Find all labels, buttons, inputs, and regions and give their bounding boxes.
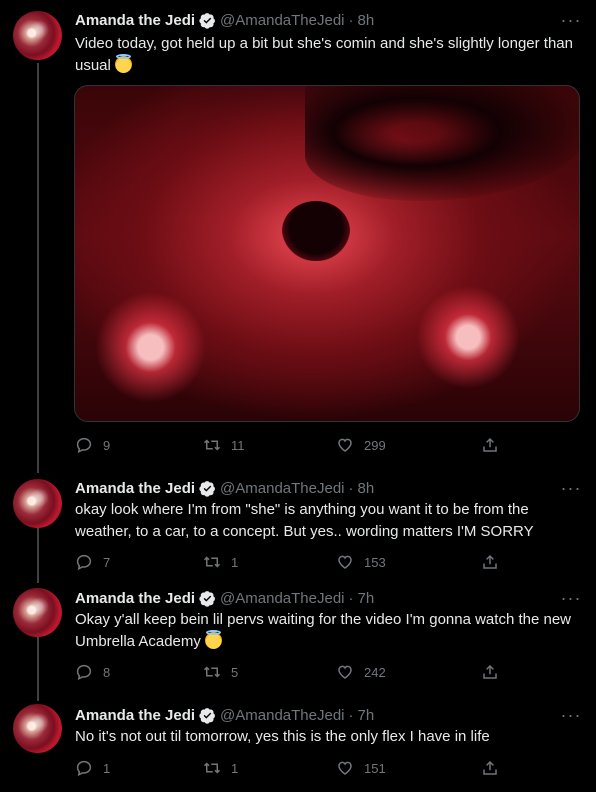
reply-count: 7: [103, 554, 111, 570]
like-count: 299: [364, 437, 386, 453]
separator: ·: [348, 479, 354, 497]
verified-badge-icon: [199, 707, 215, 724]
verified-badge-icon: [199, 12, 215, 29]
more-options-icon[interactable]: ···: [561, 588, 581, 608]
verified-badge-icon: [199, 480, 215, 497]
tweet[interactable]: Amanda the Jedi @AmandaTheJedi · 8h ··· …: [0, 470, 596, 582]
share-icon: [483, 664, 497, 679]
avatar[interactable]: [13, 704, 62, 753]
retweet-icon: [203, 556, 221, 568]
heart-icon: [338, 555, 352, 569]
tweet[interactable]: Amanda the Jedi @AmandaTheJedi · 7h ··· …: [0, 582, 596, 698]
timestamp[interactable]: 8h: [358, 12, 375, 29]
tweet-image[interactable]: [74, 85, 580, 422]
avatar[interactable]: [13, 588, 62, 637]
display-name[interactable]: Amanda the Jedi: [75, 590, 195, 607]
heart-icon: [338, 665, 352, 679]
handle[interactable]: @AmandaTheJedi: [220, 480, 344, 497]
share-button[interactable]: [481, 663, 499, 681]
share-button[interactable]: [481, 759, 499, 777]
smiling-face-with-halo-icon: [205, 630, 223, 649]
image-shadow: [305, 86, 579, 201]
like-button[interactable]: 151: [336, 759, 386, 777]
more-options-icon[interactable]: ···: [561, 478, 581, 498]
tweet-text-content: Okay y'all keep bein lil pervs waiting f…: [75, 611, 571, 650]
like-button[interactable]: 153: [336, 553, 386, 571]
retweet-button[interactable]: 11: [203, 436, 245, 454]
like-count: 153: [364, 554, 386, 570]
share-icon: [483, 554, 497, 569]
tweet-actions: 9 11 299: [75, 436, 505, 456]
retweet-button[interactable]: 1: [203, 553, 238, 571]
retweet-count: 5: [231, 664, 239, 680]
smiling-face-with-halo-icon: [115, 54, 133, 73]
like-count: 151: [364, 760, 386, 776]
image-mouth: [282, 201, 350, 261]
reply-count: 1: [103, 760, 111, 776]
reply-button[interactable]: 1: [75, 759, 110, 777]
reply-button[interactable]: 8: [75, 663, 110, 681]
reply-button[interactable]: 7: [75, 553, 110, 571]
more-options-icon[interactable]: ···: [561, 705, 581, 725]
avatar[interactable]: [13, 11, 62, 60]
display-name[interactable]: Amanda the Jedi: [75, 12, 195, 29]
avatar[interactable]: [13, 479, 62, 528]
tweet-actions: 7 1 153: [75, 553, 505, 573]
tweet-text: Video today, got held up a bit but she's…: [75, 33, 580, 77]
tweet[interactable]: Amanda the Jedi @AmandaTheJedi · 7h ··· …: [0, 698, 596, 792]
retweet-icon: [203, 666, 221, 678]
reply-icon: [76, 554, 92, 571]
reply-button[interactable]: 9: [75, 436, 110, 454]
tweet-text: okay look where I'm from "she" is anythi…: [75, 501, 534, 540]
handle[interactable]: @AmandaTheJedi: [220, 12, 344, 29]
retweet-count: 11: [231, 437, 245, 453]
handle[interactable]: @AmandaTheJedi: [220, 590, 344, 607]
share-icon: [483, 760, 497, 775]
reply-count: 9: [103, 437, 111, 453]
timestamp[interactable]: 7h: [358, 590, 375, 607]
tweet-text: No it's not out til tomorrow, yes this i…: [75, 728, 490, 745]
tweet-text: Okay y'all keep bein lil pervs waiting f…: [75, 609, 580, 653]
separator: ·: [348, 706, 354, 724]
tweet-actions: 8 5 242: [75, 663, 505, 683]
display-name[interactable]: Amanda the Jedi: [75, 707, 195, 724]
reply-icon: [76, 664, 92, 681]
handle[interactable]: @AmandaTheJedi: [220, 707, 344, 724]
like-count: 242: [364, 664, 386, 680]
reply-count: 8: [103, 664, 111, 680]
reply-icon: [76, 437, 92, 454]
share-button[interactable]: [481, 553, 499, 571]
display-name[interactable]: Amanda the Jedi: [75, 480, 195, 497]
retweet-count: 1: [231, 554, 239, 570]
verified-badge-icon: [199, 590, 215, 607]
heart-icon: [338, 438, 352, 452]
more-options-icon[interactable]: ···: [561, 10, 581, 30]
separator: ·: [348, 589, 354, 607]
timestamp[interactable]: 8h: [358, 480, 375, 497]
tweet-text-content: Video today, got held up a bit but she's…: [75, 35, 573, 74]
heart-icon: [338, 761, 352, 775]
like-button[interactable]: 242: [336, 663, 386, 681]
like-button[interactable]: 299: [336, 436, 386, 454]
retweet-icon: [203, 762, 221, 774]
reply-icon: [76, 760, 92, 777]
retweet-button[interactable]: 1: [203, 759, 238, 777]
separator: ·: [348, 11, 354, 29]
retweet-count: 1: [231, 760, 239, 776]
share-button[interactable]: [481, 436, 499, 454]
retweet-button[interactable]: 5: [203, 663, 238, 681]
timestamp[interactable]: 7h: [358, 707, 375, 724]
retweet-icon: [203, 439, 221, 451]
share-icon: [483, 437, 497, 452]
tweet[interactable]: Amanda the Jedi @AmandaTheJedi · 8h ··· …: [0, 0, 596, 470]
tweet-actions: 1 1 151: [75, 759, 505, 779]
